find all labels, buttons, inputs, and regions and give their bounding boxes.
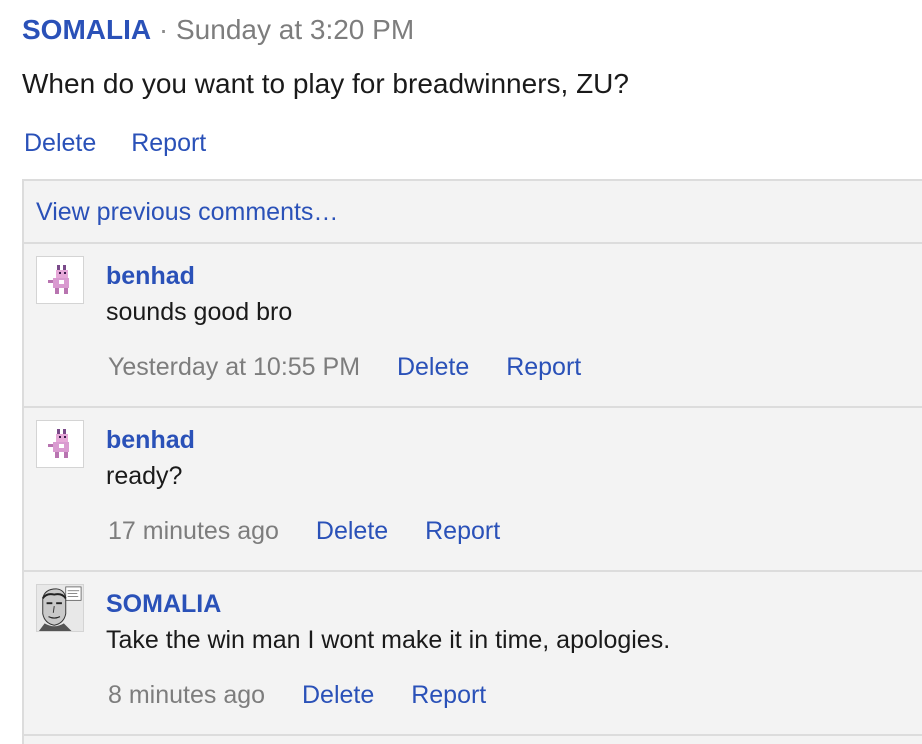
- post-author-link[interactable]: SOMALIA: [22, 14, 151, 45]
- comment-report-link[interactable]: Report: [411, 681, 486, 709]
- post-delete-link[interactable]: Delete: [24, 129, 96, 157]
- comment-timestamp: 17 minutes ago: [108, 517, 279, 545]
- manga-portrait-icon[interactable]: [36, 584, 84, 632]
- comments-panel: View previous comments… benhad sounds go…: [22, 179, 922, 744]
- cat-sprite-icon[interactable]: [36, 420, 84, 468]
- comment-report-link[interactable]: Report: [506, 353, 581, 381]
- comment-meta: 17 minutes ago Delete Report: [108, 514, 530, 548]
- post-timestamp: Sunday at 3:20 PM: [176, 14, 415, 45]
- comment-timestamp: 8 minutes ago: [108, 681, 266, 709]
- comment-delete-link[interactable]: Delete: [302, 681, 374, 709]
- post-actions: Delete Report: [24, 126, 234, 160]
- comment-text: sounds good bro: [106, 298, 293, 326]
- comment-text: Take the win man I wont make it in time,…: [106, 626, 671, 654]
- comment-divider: [24, 734, 922, 736]
- cat-sprite-icon[interactable]: [36, 256, 84, 304]
- comment-report-link[interactable]: Report: [425, 517, 500, 545]
- comment-item: benhad sounds good bro Yesterday at 10:5…: [24, 244, 922, 406]
- comment-timestamp: Yesterday at 10:55 PM: [108, 353, 361, 381]
- comment-item: benhad ready? 17 minutes ago Delete Repo…: [24, 408, 922, 570]
- comment-meta: Yesterday at 10:55 PM Delete Report: [108, 350, 611, 384]
- comment-item: SOMALIA Take the win man I wont make it …: [24, 572, 922, 734]
- comment-meta: 8 minutes ago Delete Report: [108, 678, 516, 712]
- comment-author-link[interactable]: SOMALIA: [106, 588, 221, 620]
- view-previous-comments-link[interactable]: View previous comments…: [36, 195, 338, 229]
- comment-author-link[interactable]: benhad: [106, 260, 195, 292]
- comment-delete-link[interactable]: Delete: [397, 353, 469, 381]
- post-report-link[interactable]: Report: [131, 129, 206, 157]
- post-separator: ·: [158, 14, 169, 45]
- comment-delete-link[interactable]: Delete: [316, 517, 388, 545]
- comment-author-link[interactable]: benhad: [106, 424, 195, 456]
- post-body-text: When do you want to play for breadwinner…: [22, 68, 629, 99]
- post-header: SOMALIA · Sunday at 3:20 PM: [22, 12, 414, 48]
- comment-text: ready?: [106, 462, 183, 490]
